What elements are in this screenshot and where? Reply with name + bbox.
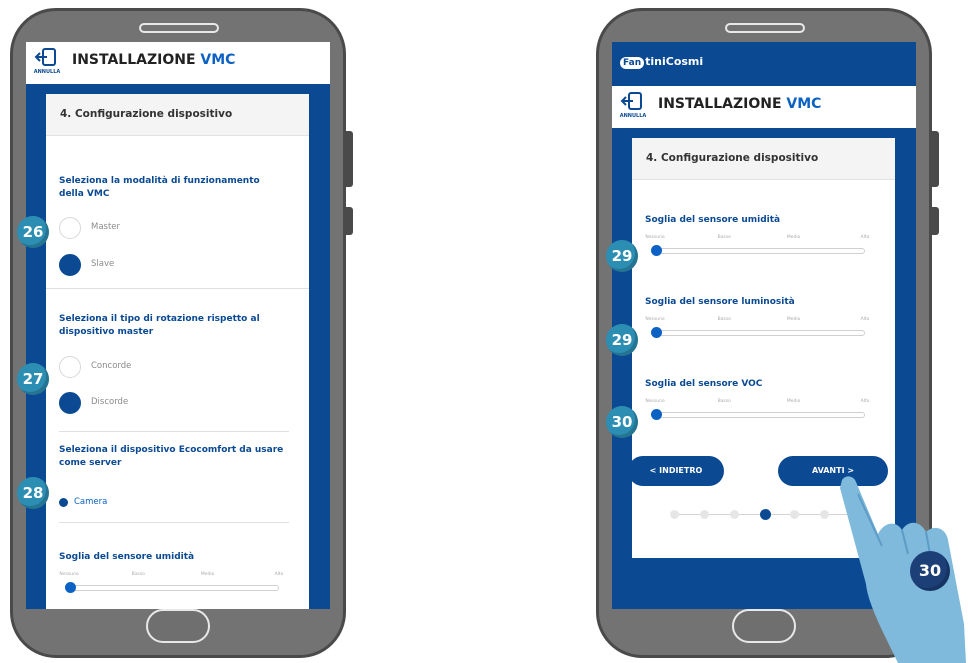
server-question: Seleziona il dispositivo Ecocomfort da u…: [59, 445, 284, 468]
brand-logo: Fan tiniCosmi: [620, 55, 703, 69]
radio-circle: [59, 356, 81, 378]
home-button[interactable]: [732, 609, 796, 643]
step-dot: [670, 510, 679, 519]
scale-label: Alto: [860, 317, 870, 322]
speaker: [139, 23, 219, 33]
radio-label: Discorde: [91, 397, 129, 407]
slider-title: Soglia del sensore umidità: [59, 552, 195, 562]
callout-badge: 26: [17, 216, 49, 248]
scale-label: Basso: [717, 399, 731, 404]
mode-question: Seleziona la modalità di funzionamento d…: [59, 176, 260, 199]
slider-track[interactable]: [655, 330, 865, 336]
slider-thumb[interactable]: [651, 327, 662, 338]
scale-label: Medio: [786, 317, 801, 322]
slider-thumb[interactable]: [65, 582, 76, 593]
callout-badge: 27: [17, 363, 49, 395]
radio-slave[interactable]: Slave: [59, 254, 259, 278]
slider-title: Soglia del sensore VOC: [645, 379, 763, 389]
cancel-label: ANNULLA: [33, 69, 61, 75]
scale-label: Alto: [860, 399, 870, 404]
config-card: 4. Configurazione dispositivo: [46, 94, 309, 609]
power-button: [932, 207, 939, 235]
brightness-slider[interactable]: Soglia del sensore luminosità Nessuno Ba…: [645, 297, 880, 338]
scale-label: Basso: [717, 235, 731, 240]
left-screen: ANNULLA INSTALLAZIONE VMC 4. Configurazi…: [26, 42, 330, 609]
slider-thumb[interactable]: [651, 409, 662, 420]
card-title: 4. Configurazione dispositivo: [646, 152, 819, 164]
step-dot: [730, 510, 739, 519]
scale-label: Nessuno: [645, 235, 665, 240]
slider-scale: Nessuno Basso Medio Alto: [59, 572, 283, 580]
callout-badge: 28: [17, 477, 49, 509]
humidity-slider[interactable]: Soglia del sensore umidità Nessuno Basso…: [59, 552, 294, 593]
rotation-question: Seleziona il tipo di rotazione rispetto …: [59, 314, 260, 337]
divider: [46, 288, 309, 289]
radio-master[interactable]: Master: [59, 217, 259, 241]
brand-bar: Fan tiniCosmi: [612, 42, 916, 82]
scale-label: Medio: [200, 572, 215, 577]
step-dot: [820, 510, 829, 519]
slider-track[interactable]: [655, 248, 865, 254]
cancel-icon: [34, 48, 56, 66]
left-phone: ANNULLA INSTALLAZIONE VMC 4. Configurazi…: [10, 8, 353, 658]
scale-label: Alto: [274, 572, 284, 577]
slider-title: Soglia del sensore umidità: [645, 215, 781, 225]
divider: [59, 431, 289, 432]
callout-badge: 29: [606, 240, 638, 272]
app-header: ANNULLA INSTALLAZIONE VMC: [26, 42, 330, 84]
radio-discorde[interactable]: Discorde: [59, 392, 259, 416]
app-header: ANNULLA INSTALLAZIONE VMC: [612, 86, 916, 128]
volume-button: [346, 131, 353, 187]
slider-scale: Nessuno Basso Medio Alto: [645, 317, 869, 325]
step-dot: [700, 510, 709, 519]
cancel-button[interactable]: ANNULLA: [32, 46, 62, 80]
scale-label: Basso: [717, 317, 731, 322]
slider-track[interactable]: [69, 585, 279, 591]
cancel-icon: [620, 92, 642, 110]
home-button[interactable]: [146, 609, 210, 643]
scale-label: Nessuno: [59, 572, 79, 577]
slider-track[interactable]: [655, 412, 865, 418]
cancel-button[interactable]: ANNULLA: [618, 90, 648, 124]
scale-label: Medio: [786, 399, 801, 404]
page-title: INSTALLAZIONE VMC: [658, 96, 822, 112]
speaker: [725, 23, 805, 33]
server-option-label: Camera: [74, 497, 108, 507]
step-dot: [760, 509, 771, 520]
callout-badge: 30: [606, 406, 638, 438]
scale-label: Basso: [131, 572, 145, 577]
radio-circle: [59, 392, 81, 414]
radio-label: Master: [91, 222, 121, 232]
scale-label: Nessuno: [645, 399, 665, 404]
power-button: [346, 207, 353, 235]
radio-concorde[interactable]: Concorde: [59, 356, 259, 380]
cancel-label: ANNULLA: [619, 113, 647, 119]
slider-scale: Nessuno Basso Medio Alto: [645, 235, 869, 243]
slider-thumb[interactable]: [651, 245, 662, 256]
scale-label: Alto: [860, 235, 870, 240]
step-dot: [790, 510, 799, 519]
card-header: 4. Configurazione dispositivo: [46, 94, 309, 136]
card-header: 4. Configurazione dispositivo: [632, 138, 895, 180]
volume-button: [932, 131, 939, 187]
selected-dot: [59, 498, 68, 507]
slider-scale: Nessuno Basso Medio Alto: [645, 399, 869, 407]
divider: [59, 522, 289, 523]
radio-label: Slave: [91, 259, 115, 269]
card-title: 4. Configurazione dispositivo: [60, 108, 233, 120]
back-button[interactable]: < INDIETRO: [628, 456, 724, 486]
humidity-slider[interactable]: Soglia del sensore umidità Nessuno Basso…: [645, 215, 880, 256]
slider-title: Soglia del sensore luminosità: [645, 297, 795, 307]
callout-badge: 30: [910, 551, 950, 591]
page-title: INSTALLAZIONE VMC: [72, 52, 236, 68]
scale-label: Nessuno: [645, 317, 665, 322]
radio-circle: [59, 254, 81, 276]
scale-label: Medio: [786, 235, 801, 240]
radio-label: Concorde: [91, 361, 132, 371]
radio-circle: [59, 217, 81, 239]
voc-slider[interactable]: Soglia del sensore VOC Nessuno Basso Med…: [645, 379, 880, 420]
callout-badge: 29: [606, 324, 638, 356]
